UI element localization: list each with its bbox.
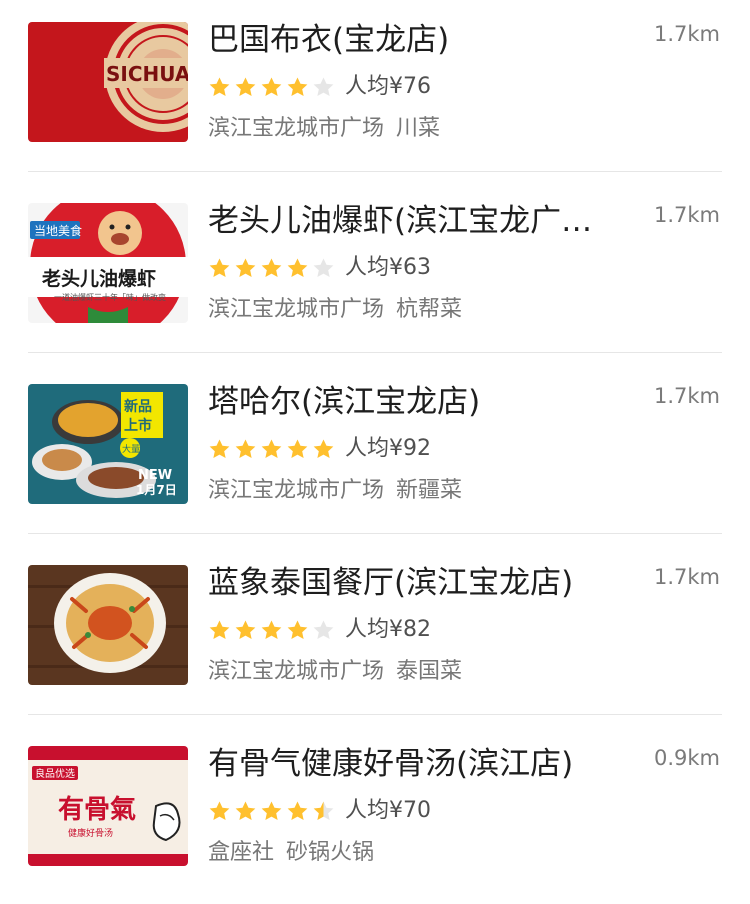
star-full-icon <box>287 800 308 820</box>
restaurant-list: SICHUAN 巴国布衣(宝龙店) 1.7km 人均¥76 滨江宝龙城市广场川菜 <box>0 0 750 882</box>
restaurant-cuisine: 泰国菜 <box>396 659 463 684</box>
restaurant-name[interactable]: 塔哈尔(滨江宝龙店) <box>208 382 618 422</box>
restaurant-name[interactable]: 蓝象泰国餐厅(滨江宝龙店) <box>208 563 618 603</box>
star-full-icon <box>261 800 282 820</box>
star-rating <box>208 438 335 461</box>
restaurant-cuisine: 川菜 <box>396 116 441 141</box>
new-dishes-promo-image: 新品 上市 大量 NEW 1月7日 <box>28 384 188 504</box>
launch-date-text: 1月7日 <box>136 483 177 497</box>
star-full-icon <box>261 619 282 639</box>
average-price: 人均¥70 <box>345 798 431 823</box>
restaurant-cuisine: 砂锅火锅 <box>286 840 375 865</box>
crab-dish-image <box>28 565 188 685</box>
restaurant-tags: 盒座社 砂锅火锅 <box>208 838 374 868</box>
bone-soup-logo-text: 有骨氣 <box>58 794 136 825</box>
star-full-icon <box>209 800 230 820</box>
restaurant-distance: 1.7km <box>653 203 720 227</box>
promo-tag-text: 大量 <box>122 443 140 455</box>
restaurant-tags: 滨江宝龙城市广场 新疆菜 <box>208 476 462 506</box>
restaurant-thumbnail[interactable]: SICHUAN <box>28 22 188 142</box>
star-full-icon <box>235 76 256 96</box>
rating-row: 人均¥92 <box>208 434 431 464</box>
star-full-icon <box>261 438 282 458</box>
restaurant-cuisine: 新疆菜 <box>396 478 463 503</box>
star-full-icon <box>235 257 256 277</box>
list-divider <box>28 171 722 172</box>
star-full-icon <box>235 619 256 639</box>
list-divider <box>28 352 722 353</box>
new-label-text: NEW <box>138 468 172 483</box>
list-divider <box>28 533 722 534</box>
average-price: 人均¥63 <box>345 255 431 280</box>
restaurant-area: 滨江宝龙城市广场 <box>208 478 385 503</box>
bone-soup-logo-image: 良品优选 有骨氣 健康好骨汤 <box>28 746 188 866</box>
rating-row: 人均¥70 <box>208 796 431 826</box>
star-full-icon <box>261 76 282 96</box>
restaurant-name[interactable]: 老头儿油爆虾(滨江宝龙广… <box>208 201 618 241</box>
local-food-badge: 当地美食 <box>34 223 82 238</box>
restaurant-thumbnail[interactable]: 新品 上市 大量 NEW 1月7日 <box>28 384 188 504</box>
average-price: 人均¥76 <box>345 74 431 99</box>
restaurant-item[interactable]: 新品 上市 大量 NEW 1月7日 塔哈尔(滨江宝龙店) 1.7km 人均¥92… <box>0 362 750 542</box>
restaurant-tags: 滨江宝龙城市广场 泰国菜 <box>208 657 462 687</box>
restaurant-name[interactable]: 巴国布衣(宝龙店) <box>208 20 618 60</box>
star-full-icon <box>313 438 334 458</box>
rating-row: 人均¥63 <box>208 253 431 283</box>
restaurant-distance: 1.7km <box>653 384 720 408</box>
bone-soup-slogan-text: 健康好骨汤 <box>68 827 113 839</box>
new-product-title: 新品 <box>124 398 152 415</box>
star-full-icon <box>287 619 308 639</box>
star-rating <box>208 800 335 823</box>
sichuan-logo-image: SICHUAN <box>28 22 188 142</box>
restaurant-distance: 0.9km <box>653 746 720 770</box>
rating-row: 人均¥82 <box>208 615 431 645</box>
star-full-icon <box>209 619 230 639</box>
restaurant-area: 滨江宝龙城市广场 <box>208 116 385 141</box>
star-full-icon <box>287 76 308 96</box>
restaurant-item[interactable]: 当地美食 老头儿油爆虾 一道油爆虾三十年「味」做改变 老头儿油爆虾(滨江宝龙广…… <box>0 181 750 361</box>
restaurant-area: 盒座社 <box>208 840 275 865</box>
list-divider <box>28 714 722 715</box>
rating-row: 人均¥76 <box>208 72 431 102</box>
star-full-icon <box>209 438 230 458</box>
star-half-icon <box>313 800 334 820</box>
sichuan-logo-text: SICHUAN <box>106 62 188 86</box>
star-empty-icon <box>313 76 334 96</box>
restaurant-thumbnail[interactable]: 良品优选 有骨氣 健康好骨汤 <box>28 746 188 866</box>
star-empty-icon <box>313 619 334 639</box>
star-rating <box>208 257 335 280</box>
average-price: 人均¥82 <box>345 617 431 642</box>
star-full-icon <box>261 257 282 277</box>
new-product-title-2: 上市 <box>124 417 152 434</box>
restaurant-tags: 滨江宝龙城市广场 川菜 <box>208 114 440 144</box>
shrimp-logo-text: 老头儿油爆虾 <box>42 267 156 290</box>
restaurant-thumbnail[interactable] <box>28 565 188 685</box>
star-rating <box>208 76 335 99</box>
star-full-icon <box>235 800 256 820</box>
star-full-icon <box>287 438 308 458</box>
star-full-icon <box>287 257 308 277</box>
star-empty-icon <box>313 257 334 277</box>
shrimp-slogan-text: 一道油爆虾三十年「味」做改变 <box>54 292 166 302</box>
restaurant-cuisine: 杭帮菜 <box>396 297 463 322</box>
star-rating <box>208 619 335 642</box>
restaurant-item[interactable]: 蓝象泰国餐厅(滨江宝龙店) 1.7km 人均¥82 滨江宝龙城市广场 泰国菜 <box>0 543 750 723</box>
restaurant-name[interactable]: 有骨气健康好骨汤(滨江店) <box>208 744 618 784</box>
star-full-icon <box>209 257 230 277</box>
average-price: 人均¥92 <box>345 436 431 461</box>
shrimp-restaurant-logo-image: 当地美食 老头儿油爆虾 一道油爆虾三十年「味」做改变 <box>28 203 188 323</box>
quality-badge-text: 良品优选 <box>35 767 75 780</box>
restaurant-distance: 1.7km <box>653 565 720 589</box>
restaurant-area: 滨江宝龙城市广场 <box>208 297 385 322</box>
restaurant-thumbnail[interactable]: 当地美食 老头儿油爆虾 一道油爆虾三十年「味」做改变 <box>28 203 188 323</box>
restaurant-area: 滨江宝龙城市广场 <box>208 659 385 684</box>
star-full-icon <box>235 438 256 458</box>
star-full-icon <box>209 76 230 96</box>
restaurant-tags: 滨江宝龙城市广场 杭帮菜 <box>208 295 462 325</box>
restaurant-item[interactable]: 良品优选 有骨氣 健康好骨汤 有骨气健康好骨汤(滨江店) 0.9km 人均¥70… <box>0 724 750 904</box>
restaurant-item[interactable]: SICHUAN 巴国布衣(宝龙店) 1.7km 人均¥76 滨江宝龙城市广场川菜 <box>0 0 750 180</box>
restaurant-distance: 1.7km <box>653 22 720 46</box>
